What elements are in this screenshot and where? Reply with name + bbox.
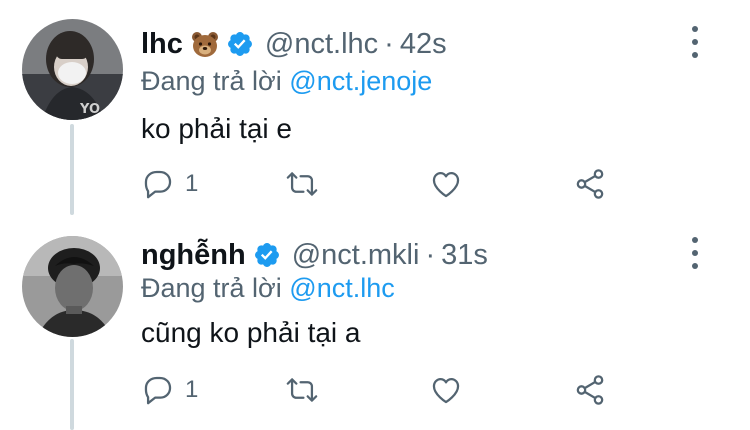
thread-line (70, 339, 74, 430)
separator-dot: · (384, 28, 394, 60)
user-handle[interactable]: @nct.mkli (292, 237, 420, 273)
replying-to: Đang trả lời @nct.lhc (141, 271, 395, 305)
tweet-header: nghễnh @nct.mkli · 31s (141, 237, 488, 273)
reply-count: 1 (185, 170, 199, 197)
display-name[interactable]: lhc (141, 26, 183, 62)
avatar[interactable] (22, 236, 123, 337)
verified-badge-icon (226, 30, 254, 58)
tweet-header: lhc @nct.lhc · 42s (141, 26, 447, 62)
retweet-button[interactable] (285, 372, 319, 408)
reply-count: 1 (185, 376, 199, 403)
retweet-icon (286, 172, 318, 196)
more-icon (692, 263, 698, 269)
tweet-text: cũng ko phải tại a (141, 317, 361, 348)
more-options-button[interactable] (684, 237, 706, 269)
more-icon (692, 39, 698, 45)
more-icon (692, 52, 698, 58)
share-button[interactable] (573, 372, 607, 408)
reply-icon (144, 376, 172, 405)
reply-button[interactable]: 1 (141, 166, 198, 202)
timestamp[interactable]: 42s (400, 26, 447, 62)
thread-line (70, 124, 74, 215)
tweet[interactable]: nghễnh @nct.mkli · 31s Đang trả lời @nct… (0, 215, 750, 430)
more-icon (692, 26, 698, 32)
like-icon (432, 377, 460, 404)
verified-badge-icon (253, 241, 281, 269)
user-handle[interactable]: @nct.lhc (265, 26, 378, 62)
retweet-icon (286, 378, 318, 402)
replying-to-handle[interactable]: @nct.jenoje (289, 66, 432, 96)
svg-text:YO: YO (79, 102, 100, 117)
more-options-button[interactable] (684, 26, 706, 58)
share-button[interactable] (573, 166, 607, 202)
replying-to-label: Đang trả lời (141, 66, 282, 96)
bear-face-emoji-icon (191, 30, 219, 58)
reply-icon (144, 170, 172, 199)
tweet-actions: 1 (141, 166, 621, 202)
like-icon (432, 171, 460, 198)
replying-to: Đang trả lời @nct.jenoje (141, 64, 432, 98)
like-button[interactable] (429, 372, 463, 408)
avatar[interactable]: YO (22, 19, 123, 120)
like-button[interactable] (429, 166, 463, 202)
separator-dot: · (425, 239, 436, 271)
share-icon (576, 375, 604, 405)
retweet-button[interactable] (285, 166, 319, 202)
more-icon (692, 250, 698, 256)
replying-to-handle[interactable]: @nct.lhc (289, 273, 394, 303)
more-icon (692, 237, 698, 243)
timestamp[interactable]: 31s (441, 237, 488, 273)
share-icon (576, 169, 604, 199)
tweet-actions: 1 (141, 372, 621, 408)
reply-button[interactable]: 1 (141, 372, 198, 408)
reply-thread: YO lhc @nct.lhc · 42s Đang trả lời @nct.… (0, 0, 750, 430)
replying-to-label: Đang trả lời (141, 273, 282, 303)
tweet-text: ko phải tại e (141, 113, 292, 144)
display-name[interactable]: nghễnh (141, 237, 246, 273)
tweet[interactable]: YO lhc @nct.lhc · 42s Đang trả lời @nct.… (0, 0, 750, 215)
